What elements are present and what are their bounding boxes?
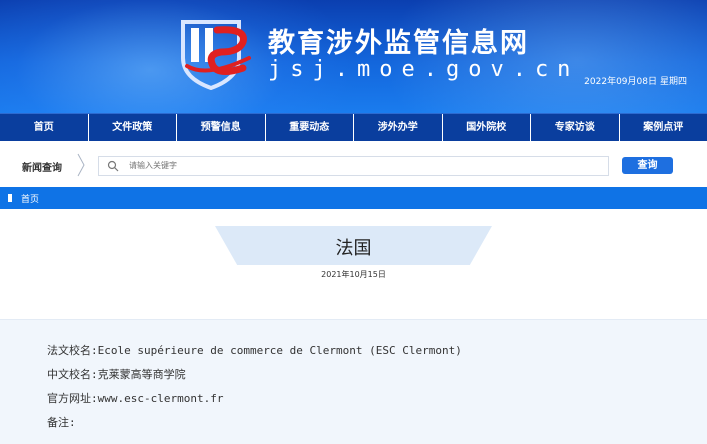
weekday-text: 星期四 — [660, 77, 687, 87]
site-title: 教育涉外监管信息网 — [268, 21, 529, 60]
site-logo-icon[interactable] — [177, 18, 257, 90]
search-row: 新闻查询 查询 — [0, 141, 707, 188]
search-icon — [107, 160, 119, 172]
search-input[interactable] — [129, 158, 599, 173]
field-label: 备注: — [47, 416, 76, 429]
nav-item-news[interactable]: 重要动态 — [266, 114, 355, 141]
nav-item-warning[interactable]: 预警信息 — [177, 114, 266, 141]
field-value: 克莱蒙高等商学院 — [98, 368, 186, 381]
site-domain: jsj.moe.gov.cn — [268, 57, 579, 82]
search-button[interactable]: 查询 — [622, 157, 673, 174]
breadcrumb-home-link[interactable]: 首页 — [21, 192, 39, 205]
field-website: 官方网址:www.esc-clermont.fr — [47, 390, 223, 406]
article-body: 法文校名:Ecole supérieure de commerce de Cle… — [0, 319, 707, 444]
site-header: 教育涉外监管信息网 jsj.moe.gov.cn 2022年09月08日星期四 — [0, 0, 707, 113]
field-french-name: 法文校名:Ecole supérieure de commerce de Cle… — [47, 342, 462, 358]
nav-item-policy[interactable]: 文件政策 — [89, 114, 178, 141]
field-value: Ecole supérieure de commerce de Clermont… — [98, 344, 462, 357]
field-remarks: 备注: — [47, 414, 76, 430]
article: 法国 2021年10月15日 法文校名:Ecole supérieure de … — [0, 226, 707, 443]
nav-item-expert-interview[interactable]: 专家访谈 — [531, 114, 620, 141]
field-label: 中文校名: — [47, 368, 98, 381]
field-label: 官方网址: — [47, 392, 98, 405]
search-label: 新闻查询 — [22, 159, 62, 174]
field-label: 法文校名: — [47, 344, 98, 357]
search-field — [98, 156, 609, 176]
article-date: 2021年10月15日 — [0, 269, 707, 280]
nav-item-case-review[interactable]: 案例点评 — [620, 114, 707, 141]
article-title: 法国 — [0, 234, 707, 260]
chevron-right-icon — [76, 153, 86, 177]
nav-item-foreign-schools[interactable]: 国外院校 — [443, 114, 532, 141]
nav-item-home[interactable]: 首页 — [0, 114, 89, 141]
breadcrumb-marker-icon — [8, 194, 12, 202]
nav-item-foreign-schooling[interactable]: 涉外办学 — [354, 114, 443, 141]
breadcrumb: 首页 — [0, 187, 707, 209]
current-date: 2022年09月08日星期四 — [581, 74, 687, 87]
content-area: 法国 2021年10月15日 法文校名:Ecole supérieure de … — [0, 226, 707, 443]
field-value-link[interactable]: www.esc-clermont.fr — [98, 392, 224, 405]
field-chinese-name: 中文校名:克莱蒙高等商学院 — [47, 366, 186, 382]
main-nav: 首页 文件政策 预警信息 重要动态 涉外办学 国外院校 专家访谈 案例点评 — [0, 113, 707, 141]
date-text: 2022年09月08日 — [584, 77, 657, 87]
